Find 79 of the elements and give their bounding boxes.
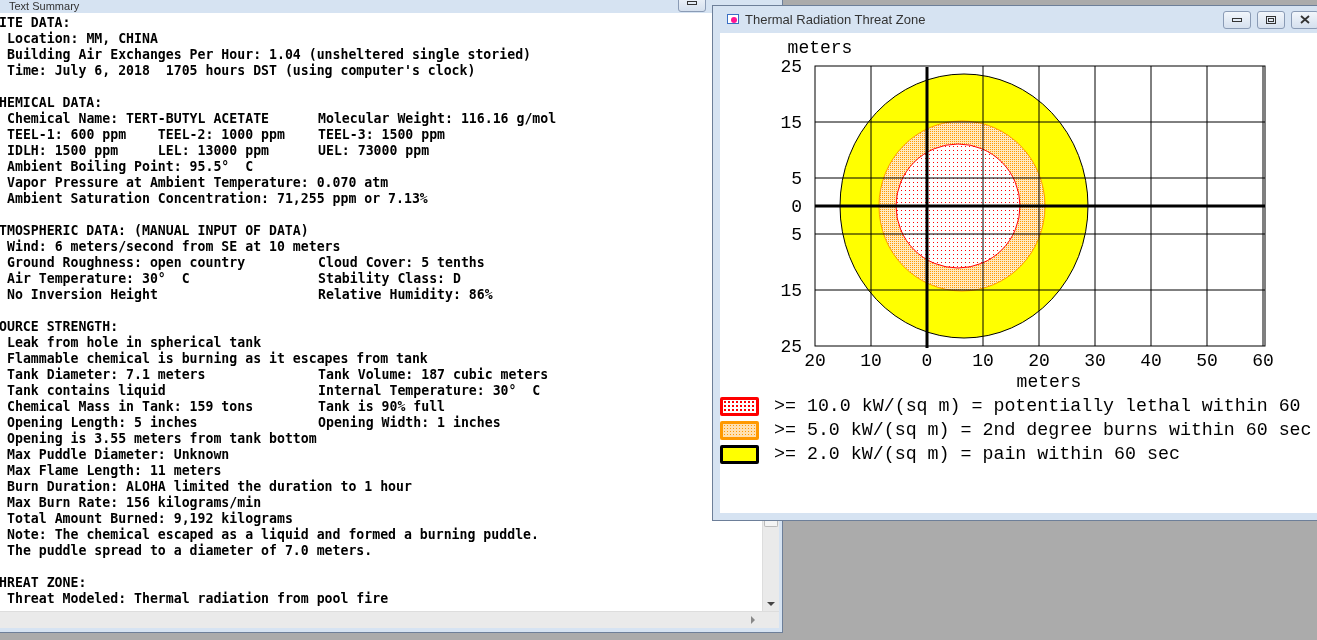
summary-line: TEEL-1: 600 ppm TEEL-2: 1000 ppm <box>7 127 286 143</box>
summary-line: Air Temperature: 30° C <box>7 271 191 287</box>
restore-icon <box>1266 15 1276 24</box>
summary-line: Max Burn Rate: 156 kilograms/min <box>7 495 262 511</box>
summary-line: Opening Length: 5 inches <box>7 415 199 431</box>
summary-line: Total Amount Burned: 9,192 kilograms <box>7 511 293 527</box>
summary-line: Note: The chemical escaped as a liquid and formed a burning puddle. <box>7 527 539 543</box>
summary-line: Opening is 3.55 meters from tank bottom <box>7 431 317 447</box>
summary-line: Opening Width: 1 inches <box>318 415 501 431</box>
summary-line: Burn Duration: ALOHA limited the duration to 1 hour <box>7 479 412 495</box>
summary-line: Ambient Boiling Point: 95.5° C <box>7 159 254 175</box>
legend-label: >= 5.0 kW/(sq m) = 2nd degree burns within 60 sec <box>774 421 1312 440</box>
summary-line: Leak from hole in spherical tank <box>7 335 262 351</box>
section-heading: HREAT ZONE: <box>0 575 87 591</box>
window-icon <box>727 14 739 25</box>
minimize-icon <box>687 1 697 5</box>
summary-line: Tank Volume: 187 cubic meters <box>318 367 549 383</box>
close-button[interactable] <box>1291 10 1317 29</box>
minimize-button[interactable] <box>1223 10 1251 29</box>
summary-line: Max Puddle Diameter: Unknown <box>7 447 230 463</box>
close-icon <box>1300 15 1310 24</box>
summary-line: IDLH: 1500 ppm LEL: 13000 ppm <box>7 143 270 159</box>
summary-line: Stability Class: D <box>318 271 461 287</box>
summary-line: Ground Roughness: open country <box>7 255 247 271</box>
summary-line: Molecular Weight: 116.16 g/mol <box>318 111 557 127</box>
y-tick-label: 15 <box>780 281 802 301</box>
x-tick-label: 10 <box>972 351 994 371</box>
scroll-right-arrow-icon[interactable] <box>751 616 755 624</box>
scroll-down-arrow-icon[interactable] <box>767 602 775 606</box>
y-tick-label: 5 <box>791 225 802 245</box>
summary-line: Cloud Cover: 5 tenths <box>318 255 485 271</box>
scrollbar-thumb[interactable] <box>764 521 778 527</box>
x-tick-label: 30 <box>1084 351 1106 371</box>
section-heading: ITE DATA: <box>0 15 71 31</box>
summary-line: Ambient Saturation Concentration: 71,255 ppm or 7.13% <box>7 191 428 207</box>
summary-line: Time: July 6, 2018 1705 hours DST (using computer's clock) <box>7 63 476 79</box>
x-tick-label: 60 <box>1252 351 1274 371</box>
section-heading: HEMICAL DATA: <box>0 95 103 111</box>
y-tick-label: 15 <box>780 113 802 133</box>
horizontal-scrollbar[interactable] <box>0 611 779 628</box>
x-tick-label: 0 <box>921 351 933 371</box>
summary-line: Chemical Name: TERT-BUTYL ACETATE <box>7 111 270 127</box>
summary-line: Flammable chemical is burning as it escapes from tank <box>7 351 428 367</box>
summary-line: Chemical Mass in Tank: 159 tons <box>7 399 255 415</box>
vertical-scrollbar[interactable] <box>762 521 779 611</box>
window-title: Thermal Radiation Threat Zone <box>745 10 927 29</box>
y-tick-label: 0 <box>791 197 802 217</box>
summary-line: Internal Temperature: 30° C <box>318 383 541 399</box>
summary-line: Relative Humidity: 86% <box>318 287 493 303</box>
summary-line: UEL: 73000 ppm <box>318 143 430 159</box>
summary-line: TEEL-3: 1500 ppm <box>318 127 446 143</box>
x-axis-title: meters <box>1016 372 1082 392</box>
y-axis-title: meters <box>787 38 853 58</box>
summary-line: Max Flame Length: 11 meters <box>7 463 222 479</box>
summary-line: Tank Diameter: 7.1 meters <box>7 367 207 383</box>
summary-line: No Inversion Height <box>7 287 159 303</box>
y-tick-label: 25 <box>780 57 802 77</box>
x-tick-label: 40 <box>1140 351 1162 371</box>
x-tick-label: 20 <box>1028 351 1050 371</box>
summary-line: Vapor Pressure at Ambient Temperature: 0.070 atm <box>7 175 389 191</box>
minimize-icon <box>1232 17 1242 22</box>
x-tick-label: 50 <box>1196 351 1218 371</box>
legend-label: >= 2.0 kW/(sq m) = pain within 60 sec <box>774 445 1180 464</box>
x-tick-label: 20 <box>804 351 826 371</box>
maximize-button[interactable] <box>1257 10 1285 29</box>
summary-line: Building Air Exchanges Per Hour: 1.04 (unsheltered single storied) <box>7 47 531 63</box>
summary-line: The puddle spread to a diameter of 7.0 meters. <box>7 543 373 559</box>
summary-line: Location: MM, CHINA <box>7 31 158 47</box>
summary-line: Threat Modeled: Thermal radiation from pool fire <box>7 591 389 607</box>
summary-line: Tank is 90% full <box>318 399 446 415</box>
legend-label: >= 10.0 kW/(sq m) = potentially lethal within 60 <box>774 397 1301 416</box>
y-tick-label: 5 <box>791 169 802 189</box>
y-tick-label: 25 <box>780 337 802 357</box>
section-heading: TMOSPHERIC DATA: (MANUAL INPUT OF DATA) <box>0 223 309 239</box>
summary-line: Tank contains liquid <box>7 383 167 399</box>
x-tick-label: 10 <box>860 351 882 371</box>
summary-line: Wind: 6 meters/second from SE at 10 meters <box>7 239 341 255</box>
section-heading: OURCE STRENGTH: <box>0 319 119 335</box>
window-title: Text Summary <box>9 0 80 12</box>
